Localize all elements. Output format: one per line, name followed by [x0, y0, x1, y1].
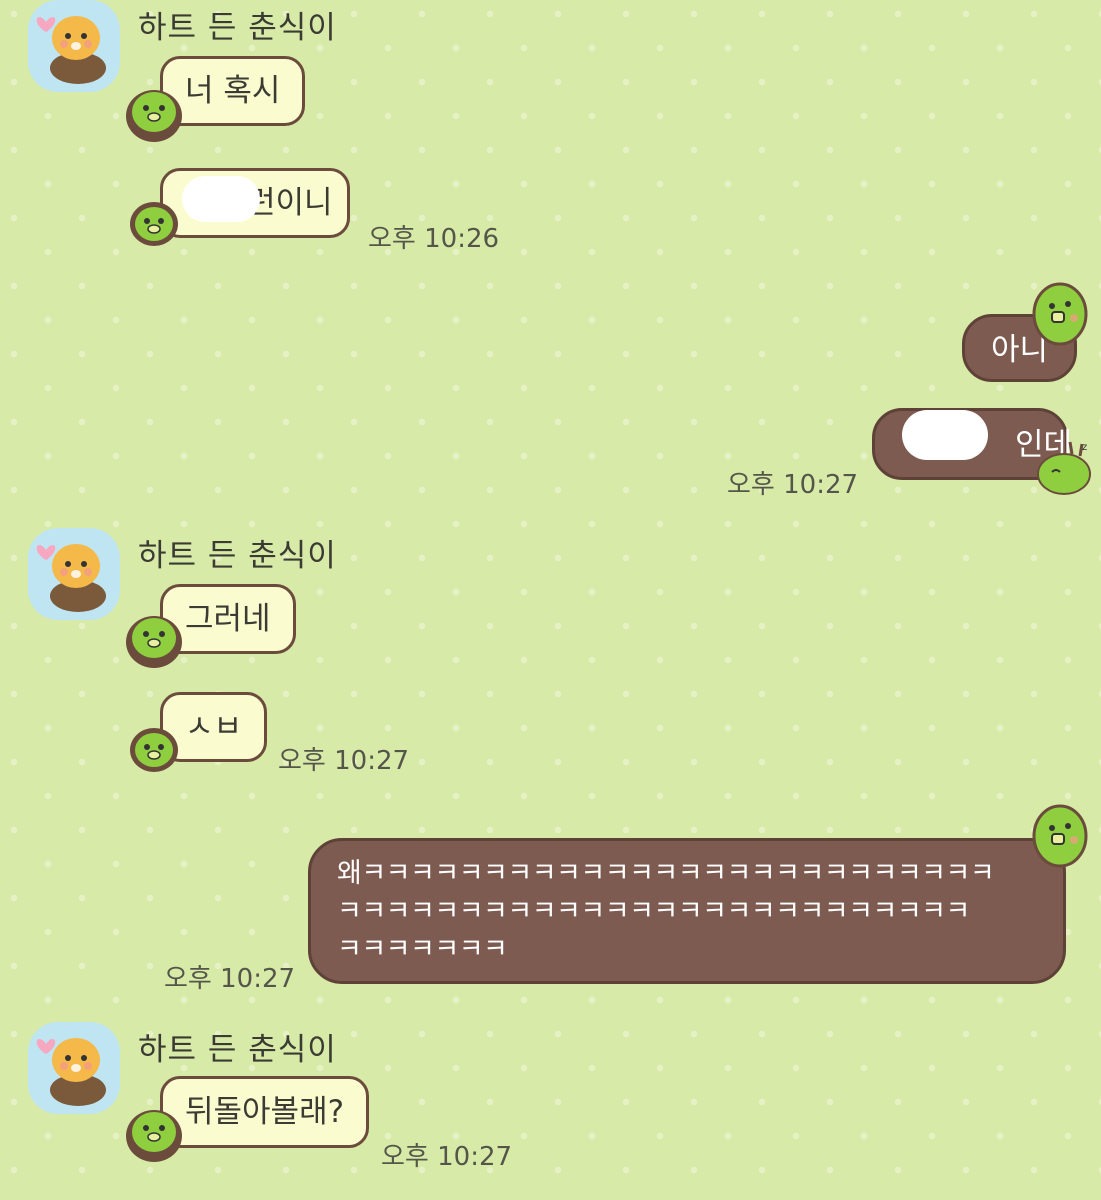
- message-bubble-incoming[interactable]: 뒤돌아볼래?: [160, 1076, 370, 1148]
- message-text: 뒤돌아볼래?: [185, 1094, 345, 1130]
- message-text: 그러네: [185, 601, 271, 637]
- message-text-line: 왜ㅋㅋㅋㅋㅋㅋㅋㅋㅋㅋㅋㅋㅋㅋㅋㅋㅋㅋㅋㅋㅋㅋㅋㅋㅋㅋ: [337, 858, 995, 889]
- sender-avatar[interactable]: [28, 0, 120, 92]
- green-bird-peek-icon: [1030, 282, 1090, 346]
- message-text: ㅅㅂ: [185, 709, 243, 745]
- message-time: 오후 10:27: [278, 746, 410, 776]
- green-bird-peek-icon: [1030, 804, 1090, 868]
- chunsik-heart-avatar-icon: [36, 16, 106, 84]
- redaction-blur: [902, 410, 988, 460]
- green-bird-sticker-icon: [122, 1100, 186, 1164]
- message-time: 오후 10:26: [368, 224, 500, 254]
- chunsik-heart-avatar-icon: [36, 544, 106, 612]
- message-text-line: ㅋㅋㅋㅋㅋㅋㅋㅋㅋㅋㅋㅋㅋㅋㅋㅋㅋㅋㅋㅋㅋㅋㅋㅋㅋㅋ: [337, 896, 970, 927]
- green-bird-sticker-icon: [128, 200, 180, 248]
- green-bird-sticker-icon: [128, 726, 180, 774]
- sender-name: 하트 든 춘식이: [138, 1032, 337, 1068]
- message-time: 오후 10:27: [164, 964, 296, 994]
- message-bubble-outgoing[interactable]: 왜ㅋㅋㅋㅋㅋㅋㅋㅋㅋㅋㅋㅋㅋㅋㅋㅋㅋㅋㅋㅋㅋㅋㅋㅋㅋㅋ ㅋㅋㅋㅋㅋㅋㅋㅋㅋㅋㅋㅋ…: [308, 838, 1066, 984]
- chunsik-heart-avatar-icon: [36, 1038, 106, 1106]
- message-text: 너 혹시: [185, 73, 281, 109]
- message-text-line: ㅋㅋㅋㅋㅋㅋㅋ: [337, 934, 508, 965]
- green-bunny-sleeping-icon: z: [1034, 438, 1096, 496]
- sender-avatar[interactable]: [28, 1022, 120, 1114]
- redaction-blur: [182, 176, 260, 222]
- green-bird-sticker-icon: [122, 80, 186, 144]
- svg-text:z: z: [1082, 442, 1087, 453]
- message-time: 오후 10:27: [381, 1142, 513, 1172]
- sender-name: 하트 든 춘식이: [138, 10, 337, 46]
- green-bird-sticker-icon: [122, 606, 186, 670]
- message-time: 오후 10:27: [727, 470, 859, 500]
- sender-name: 하트 든 춘식이: [138, 538, 337, 574]
- sender-avatar[interactable]: [28, 528, 120, 620]
